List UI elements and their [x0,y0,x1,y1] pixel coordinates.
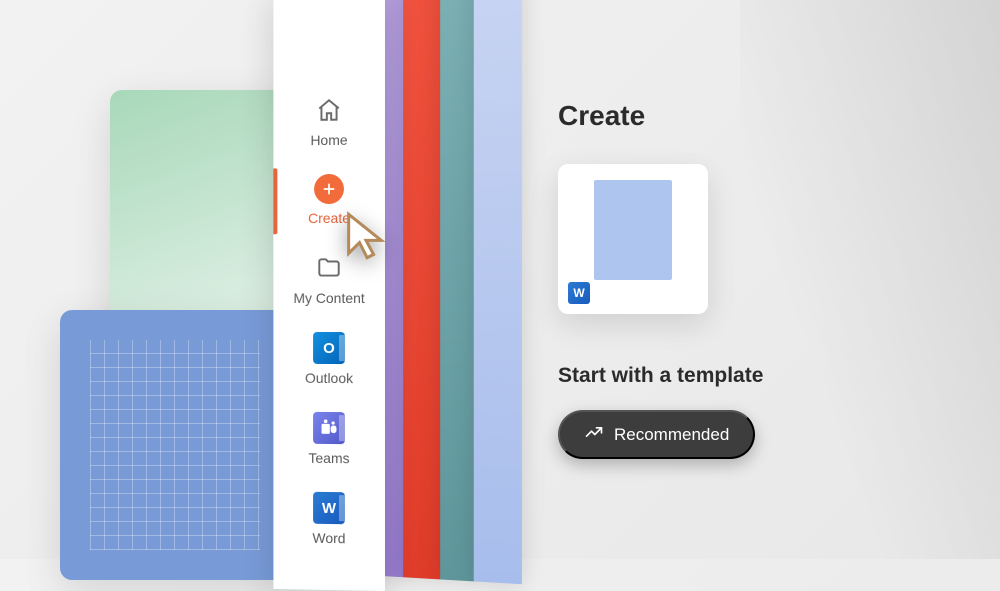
recommended-button-label: Recommended [614,425,729,445]
sidebar-item-home[interactable]: Home [273,81,385,162]
document-thumbnail [594,180,672,280]
page-title: Create [558,100,960,132]
recommended-button[interactable]: Recommended [558,410,755,459]
home-icon [313,94,345,126]
sidebar-item-label: Teams [308,450,349,466]
background-card-blue [60,310,290,580]
sidebar-item-outlook[interactable]: O Outlook [273,320,385,400]
sidebar: Home Create My Content O Outlook [273,0,385,591]
decorative-stripes [363,0,540,585]
sidebar-item-label: My Content [293,290,364,306]
word-app-icon: W [568,282,590,304]
sidebar-item-teams[interactable]: Teams [273,400,385,481]
sidebar-item-label: Home [310,132,347,148]
main-content: Create W Start with a template Recommend… [558,100,960,459]
word-app-icon: W [313,492,345,524]
outlook-app-icon: O [313,332,345,364]
new-document-card[interactable]: W [558,164,708,314]
cursor-pointer-icon [340,210,392,267]
sidebar-item-label: Outlook [305,370,353,386]
trending-up-icon [584,422,604,447]
template-section-heading: Start with a template [558,364,960,388]
teams-app-icon [313,412,345,444]
sidebar-item-label: Word [312,530,345,547]
sidebar-item-word[interactable]: W Word [273,479,385,561]
plus-icon [314,174,344,204]
